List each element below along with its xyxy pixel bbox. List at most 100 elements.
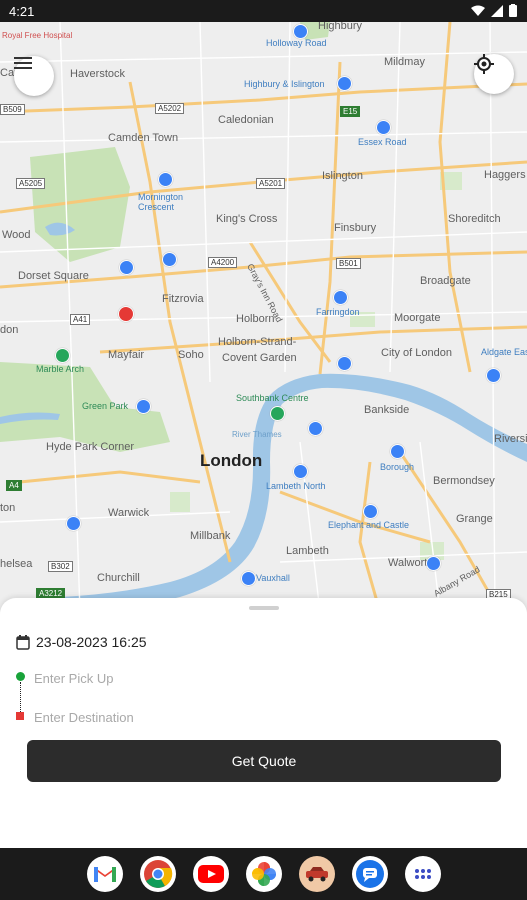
app-dock — [0, 848, 527, 900]
transit-station-icon — [136, 399, 151, 414]
map-label: Bankside — [364, 404, 410, 416]
map-label: Riverside — [494, 433, 527, 445]
my-location-button[interactable] — [474, 54, 514, 94]
menu-button[interactable] — [14, 56, 54, 96]
map-label: Southbank Centre — [236, 393, 309, 403]
map-label: Lambeth North — [266, 481, 326, 491]
park-icon — [270, 406, 285, 421]
road-code: A4200 — [208, 257, 238, 268]
map-label: Lambeth — [286, 545, 329, 557]
app-drawer-icon[interactable] — [404, 856, 441, 892]
destination-marker-icon — [16, 712, 24, 720]
map-label: Finsbury — [334, 222, 377, 234]
transit-station-icon — [486, 368, 501, 383]
map-label: Vauxhall — [256, 573, 290, 583]
datetime-row[interactable]: 23-08-2023 16:25 — [16, 634, 147, 650]
map-label: Borough — [380, 462, 415, 472]
road-code: A5205 — [16, 178, 46, 189]
road-code: A41 — [70, 314, 91, 325]
transit-station-icon — [293, 24, 308, 39]
transit-station-icon — [162, 252, 177, 267]
battery-icon — [509, 4, 517, 17]
transit-station-icon — [119, 260, 134, 275]
transit-station-icon — [337, 76, 352, 91]
messages-app-icon[interactable] — [351, 856, 388, 892]
map-label: Elephant and Castle — [328, 520, 410, 530]
map-label: Royal Free Hospital — [2, 31, 73, 40]
wifi-icon — [471, 5, 485, 16]
map-label: Dorset Square — [18, 270, 89, 282]
status-time: 4:21 — [9, 4, 35, 19]
map-label: Aldgate East — [481, 347, 527, 357]
hamburger-menu-icon — [14, 57, 32, 69]
map-label: Covent Garden — [222, 352, 297, 364]
map-label: Fitzrovia — [162, 293, 204, 305]
pickup-input[interactable]: Enter Pick Up — [34, 671, 113, 686]
road-code: B509 — [0, 104, 25, 115]
map-label: Caledonian — [218, 114, 274, 126]
pickup-datetime: 23-08-2023 16:25 — [36, 634, 147, 650]
map-label: Mayfair — [108, 349, 145, 361]
map-label: King's Cross — [216, 213, 278, 225]
status-icons — [471, 4, 517, 17]
map-label: helsea — [0, 558, 33, 570]
status-bar: 4:21 — [0, 0, 527, 22]
map-label: Bermondsey — [433, 475, 495, 487]
map-label: Millbank — [190, 530, 231, 542]
gmail-app-icon[interactable] — [86, 856, 123, 892]
map-label: ton — [0, 502, 16, 514]
map-label: Camden Town — [108, 132, 179, 144]
map-label: don — [0, 324, 19, 336]
map-label: Soho — [178, 349, 204, 361]
map-label: Grange — [456, 513, 493, 525]
transit-station-icon — [376, 120, 391, 135]
get-quote-button[interactable]: Get Quote — [27, 740, 501, 782]
map-label-city: London — [200, 451, 263, 470]
booking-sheet: 23-08-2023 16:25 Enter Pick Up Enter Des… — [0, 598, 527, 848]
map-view[interactable]: Royal Free Hospital Camden Haverstock Hi… — [0, 22, 527, 612]
road-code: B302 — [48, 561, 73, 572]
map-label: Haverstock — [70, 68, 126, 80]
destination-input[interactable]: Enter Destination — [34, 710, 134, 725]
road-code: A5201 — [256, 178, 286, 189]
map-label: Mornington Crescent — [138, 192, 184, 212]
map-label: Hyde Park Corner — [46, 441, 135, 453]
youtube-app-icon[interactable] — [192, 856, 229, 892]
signal-icon — [491, 4, 503, 17]
map-label: Warwick — [108, 507, 150, 519]
map-label: City of London — [381, 347, 452, 359]
route-connector — [20, 682, 21, 712]
hospital-icon — [118, 306, 134, 322]
map-label: River Thames — [232, 430, 282, 439]
map-label: Highbury & Islington — [244, 79, 325, 89]
map-label: Holborn-Strand- — [218, 336, 297, 348]
map-label: Haggers — [484, 169, 526, 181]
map-label: Mildmay — [384, 56, 425, 68]
transit-station-icon — [241, 571, 256, 586]
map-label: Green Park — [82, 401, 129, 411]
pickup-marker-icon — [16, 672, 25, 681]
road-code: E15 — [340, 106, 361, 117]
map-label: Moorgate — [394, 312, 441, 324]
photos-app-icon[interactable] — [245, 856, 282, 892]
map-label: Holborn — [236, 313, 275, 325]
transit-station-icon — [333, 290, 348, 305]
crosshair-location-icon — [474, 54, 494, 74]
transit-station-icon — [158, 172, 173, 187]
map-label: Farringdon — [316, 307, 360, 317]
chrome-app-icon[interactable] — [139, 856, 176, 892]
map-label: Broadgate — [420, 275, 471, 287]
map-label: Essex Road — [358, 137, 407, 147]
road-code: B501 — [336, 258, 361, 269]
transit-station-icon — [426, 556, 441, 571]
map-label: Churchill — [97, 572, 140, 584]
transit-station-icon — [363, 504, 378, 519]
transit-station-icon — [390, 444, 405, 459]
map-label: Highbury — [318, 22, 363, 32]
sheet-drag-handle[interactable] — [249, 606, 279, 610]
map-label: Islington — [322, 170, 363, 182]
calendar-icon — [16, 634, 30, 650]
map-label: Marble Arch — [36, 364, 85, 374]
map-label: Wood — [2, 229, 31, 241]
taxi-app-icon[interactable] — [298, 856, 335, 892]
